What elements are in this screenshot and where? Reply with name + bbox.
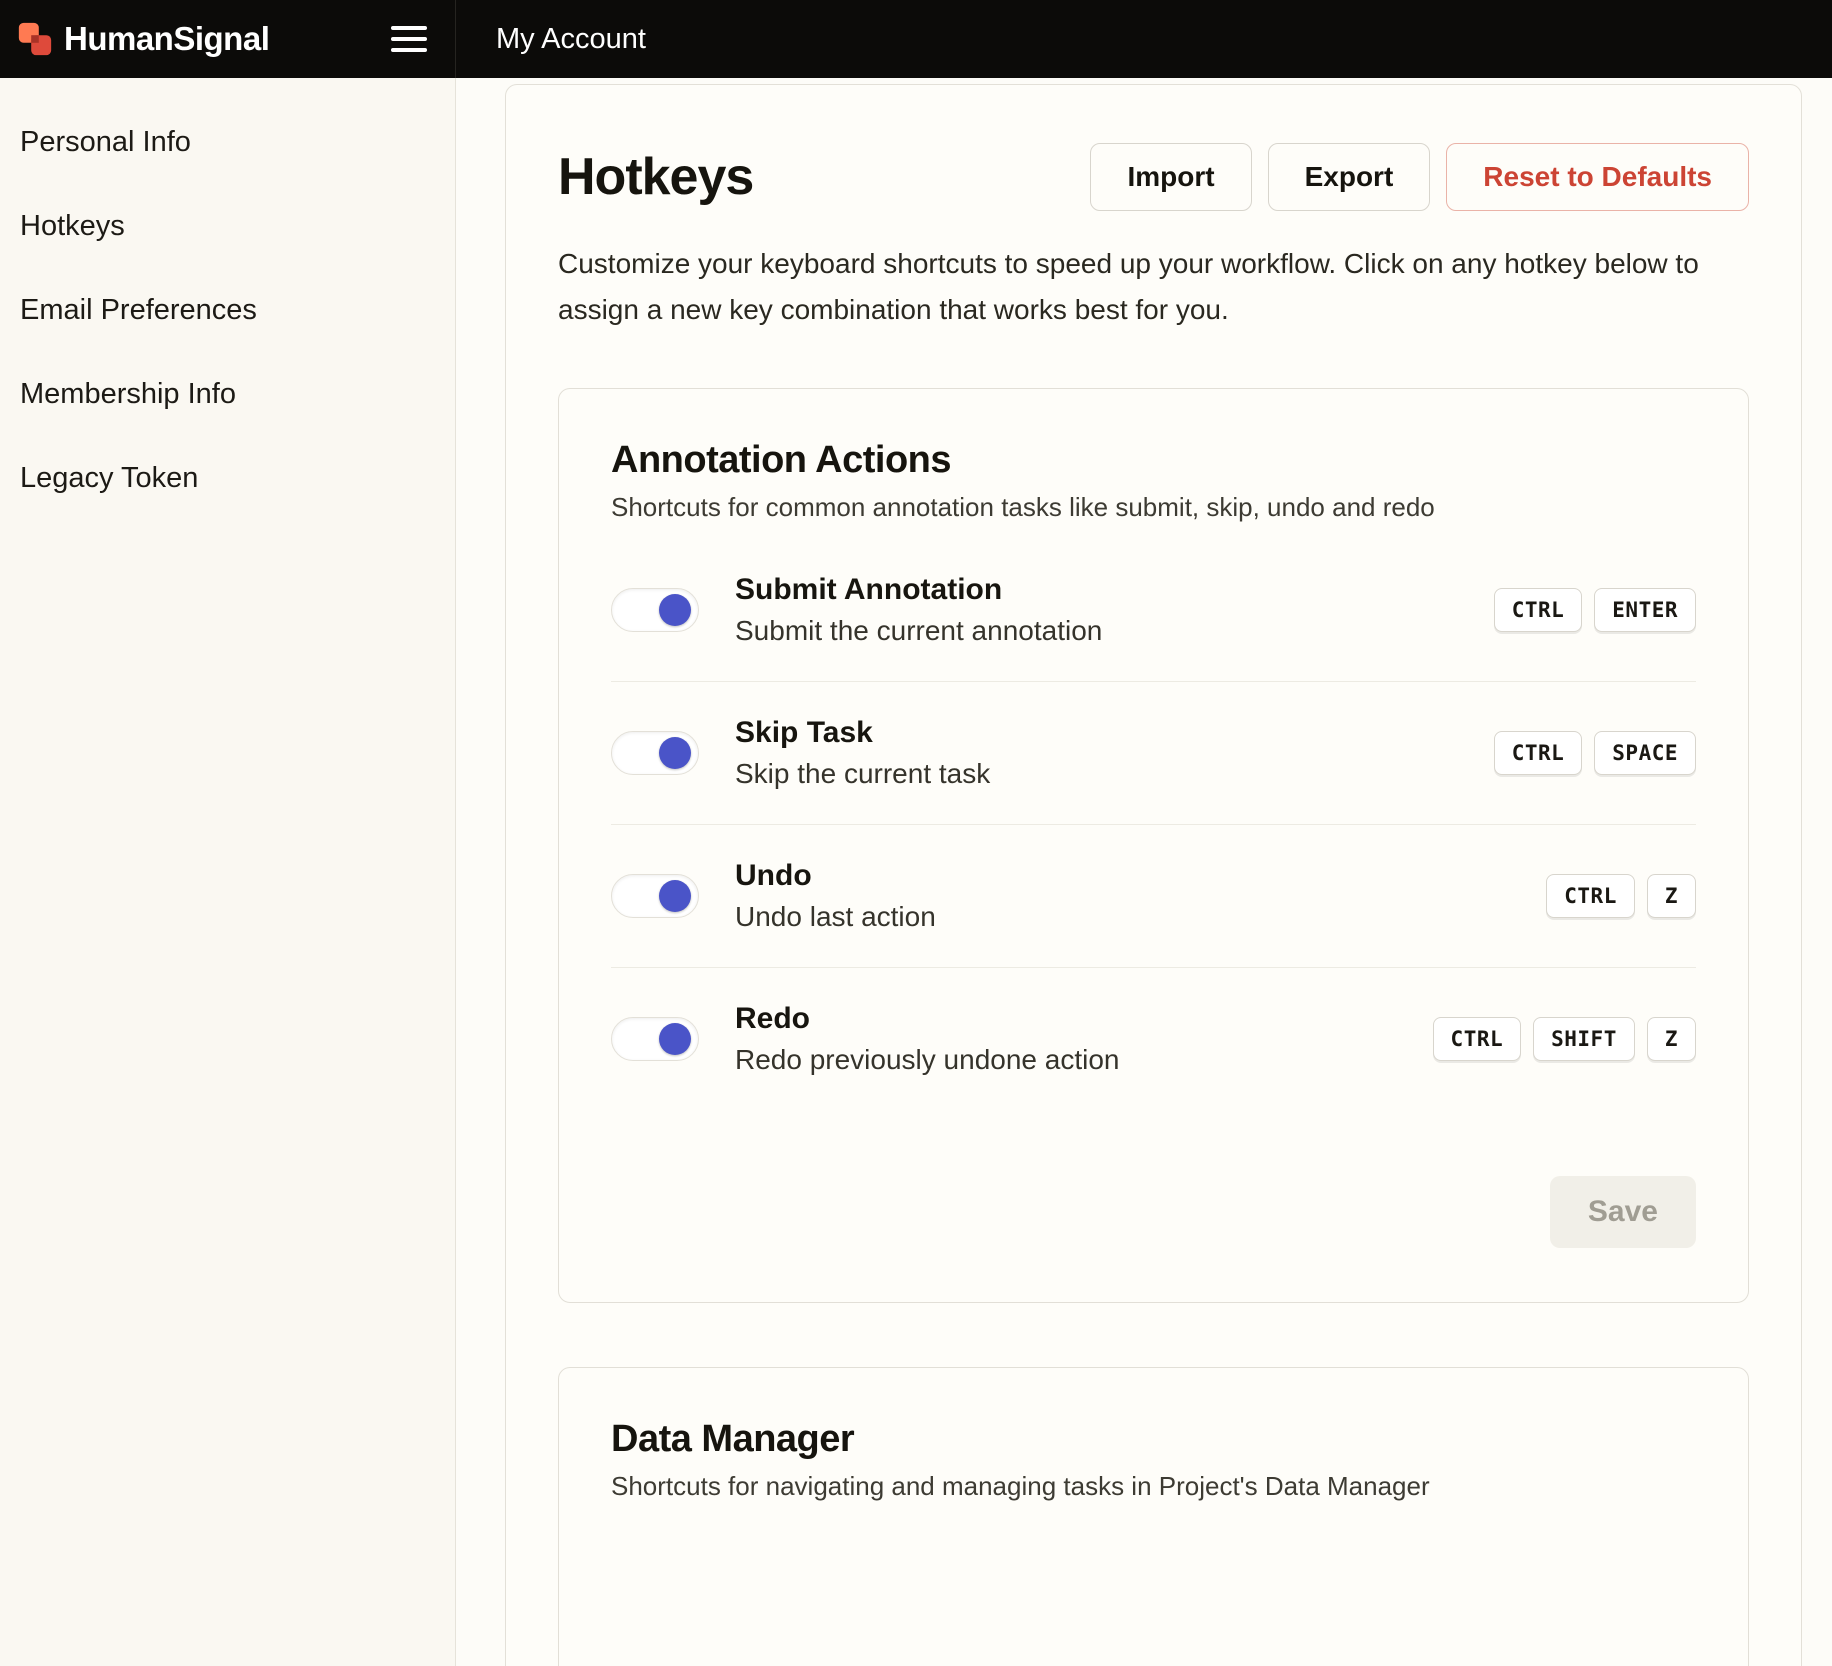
hotkey-rows: Submit Annotation Submit the current ann… xyxy=(611,539,1696,1110)
hotkeys-description: Customize your keyboard shortcuts to spe… xyxy=(558,241,1749,333)
hotkey-description: Redo previously undone action xyxy=(735,1044,1433,1076)
toggle-skip-task[interactable] xyxy=(611,731,699,775)
hotkey-combo-skip-task[interactable]: CTRL SPACE xyxy=(1494,731,1696,775)
key-badge[interactable]: CTRL xyxy=(1546,874,1635,918)
reset-to-defaults-button[interactable]: Reset to Defaults xyxy=(1446,143,1749,211)
hotkey-name: Redo xyxy=(735,1002,1433,1036)
section-subtitle-data-manager: Shortcuts for navigating and managing ta… xyxy=(611,1471,1696,1502)
hotkey-name: Submit Annotation xyxy=(735,573,1494,607)
sidebar-item-email-preferences[interactable]: Email Preferences xyxy=(0,268,455,352)
hotkey-name: Skip Task xyxy=(735,716,1494,750)
sidebar: Personal Info Hotkeys Email Preferences … xyxy=(0,78,456,1666)
menu-icon[interactable] xyxy=(389,20,429,58)
key-badge[interactable]: CTRL xyxy=(1494,731,1583,775)
toggle-knob xyxy=(659,1023,691,1055)
hotkey-row-undo: Undo Undo last action CTRL Z xyxy=(611,824,1696,967)
toggle-redo[interactable] xyxy=(611,1017,699,1061)
import-button[interactable]: Import xyxy=(1090,143,1251,211)
hotkey-combo-submit-annotation[interactable]: CTRL ENTER xyxy=(1494,588,1696,632)
save-button[interactable]: Save xyxy=(1550,1176,1696,1248)
hotkey-row-text: Undo Undo last action xyxy=(735,859,1546,933)
toggle-undo[interactable] xyxy=(611,874,699,918)
toggle-knob xyxy=(659,737,691,769)
hotkey-row-text: Redo Redo previously undone action xyxy=(735,1002,1433,1076)
key-badge[interactable]: CTRL xyxy=(1433,1017,1522,1061)
hotkeys-header: Hotkeys Import Export Reset to Defaults xyxy=(558,143,1749,211)
annotation-actions-section: Annotation Actions Shortcuts for common … xyxy=(558,388,1749,1303)
hotkey-description: Submit the current annotation xyxy=(735,615,1494,647)
sidebar-item-membership-info[interactable]: Membership Info xyxy=(0,352,455,436)
humansignal-logo-icon xyxy=(16,20,54,58)
hotkey-row-skip-task: Skip Task Skip the current task CTRL SPA… xyxy=(611,681,1696,824)
brand-logo[interactable]: HumanSignal xyxy=(16,20,269,58)
hotkey-description: Skip the current task xyxy=(735,758,1494,790)
key-badge[interactable]: Z xyxy=(1647,1017,1696,1061)
section-title-annotation-actions: Annotation Actions xyxy=(611,439,1696,482)
hotkey-row-text: Skip Task Skip the current task xyxy=(735,716,1494,790)
save-row: Save xyxy=(611,1176,1696,1248)
sidebar-item-legacy-token[interactable]: Legacy Token xyxy=(0,436,455,520)
section-title-data-manager: Data Manager xyxy=(611,1418,1696,1461)
data-manager-section: Data Manager Shortcuts for navigating an… xyxy=(558,1367,1749,1666)
toggle-submit-annotation[interactable] xyxy=(611,588,699,632)
hotkey-row-redo: Redo Redo previously undone action CTRL … xyxy=(611,967,1696,1110)
hotkey-name: Undo xyxy=(735,859,1546,893)
brand-name: HumanSignal xyxy=(64,20,269,58)
key-badge[interactable]: ENTER xyxy=(1594,588,1696,632)
key-badge[interactable]: SHIFT xyxy=(1533,1017,1635,1061)
toggle-knob xyxy=(659,880,691,912)
topbar: HumanSignal My Account xyxy=(0,0,1832,78)
section-subtitle-annotation-actions: Shortcuts for common annotation tasks li… xyxy=(611,492,1696,523)
sidebar-item-hotkeys[interactable]: Hotkeys xyxy=(0,184,455,268)
hotkey-combo-redo[interactable]: CTRL SHIFT Z xyxy=(1433,1017,1696,1061)
toggle-knob xyxy=(659,594,691,626)
hotkeys-title: Hotkeys xyxy=(558,147,753,207)
sidebar-item-personal-info[interactable]: Personal Info xyxy=(0,100,455,184)
hotkeys-card: Hotkeys Import Export Reset to Defaults … xyxy=(505,84,1802,1666)
key-badge[interactable]: Z xyxy=(1647,874,1696,918)
key-badge[interactable]: CTRL xyxy=(1494,588,1583,632)
export-button[interactable]: Export xyxy=(1268,143,1431,211)
hotkey-row-submit-annotation: Submit Annotation Submit the current ann… xyxy=(611,539,1696,681)
header-actions: Import Export Reset to Defaults xyxy=(1090,143,1749,211)
topbar-left: HumanSignal xyxy=(0,0,456,78)
key-badge[interactable]: SPACE xyxy=(1594,731,1696,775)
hotkey-combo-undo[interactable]: CTRL Z xyxy=(1546,874,1696,918)
hotkey-row-text: Submit Annotation Submit the current ann… xyxy=(735,573,1494,647)
page-title: My Account xyxy=(456,0,646,78)
layout: Personal Info Hotkeys Email Preferences … xyxy=(0,78,1832,1666)
main-content: Hotkeys Import Export Reset to Defaults … xyxy=(456,78,1832,1666)
hotkey-description: Undo last action xyxy=(735,901,1546,933)
